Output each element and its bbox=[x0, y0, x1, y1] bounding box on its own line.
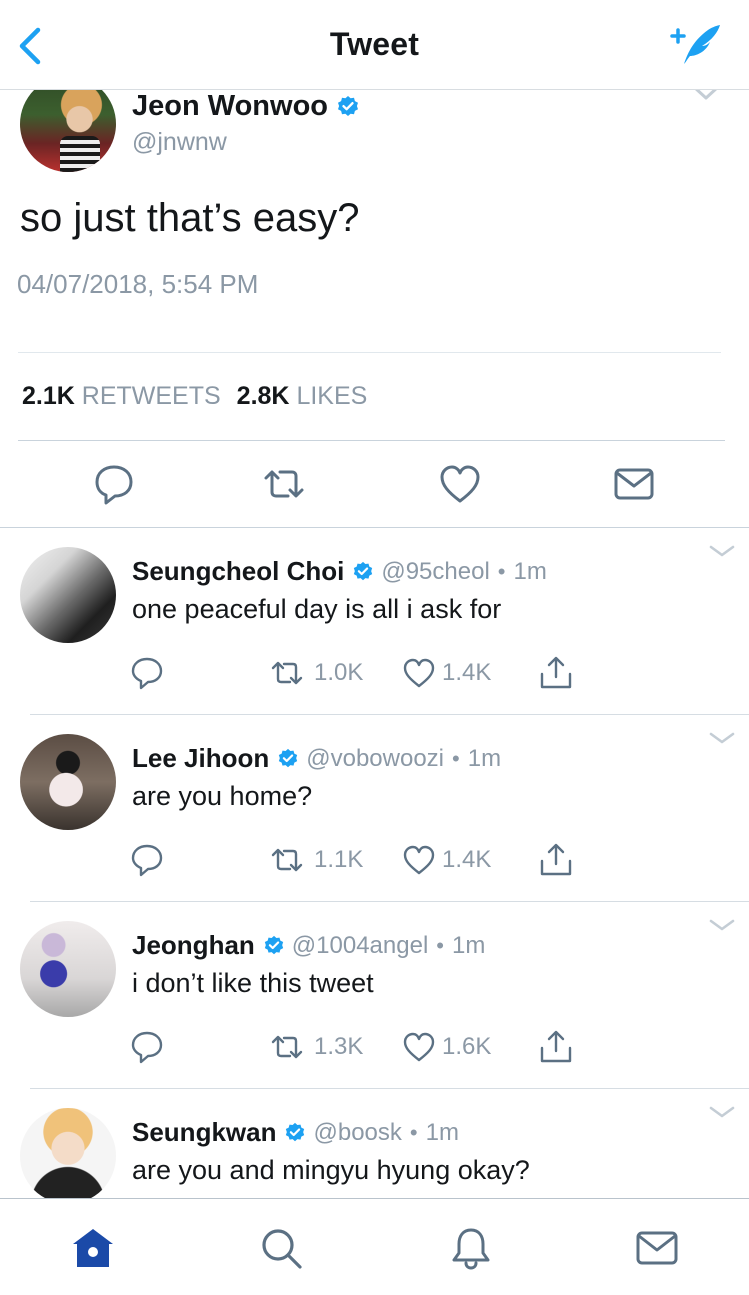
retweet-count: 1.3K bbox=[314, 1033, 364, 1060]
like-count: 1.4K bbox=[442, 846, 492, 873]
retweet-icon[interactable] bbox=[262, 462, 306, 506]
direct-message-icon[interactable] bbox=[612, 462, 656, 506]
reply-actions: 1.1K 1.4K bbox=[0, 843, 749, 879]
reply-icon[interactable] bbox=[92, 462, 136, 506]
notifications-icon[interactable] bbox=[448, 1225, 494, 1271]
tweet-actions bbox=[0, 462, 749, 508]
retweet-count: 1.0K bbox=[314, 659, 364, 686]
chevron-down-icon[interactable] bbox=[708, 1105, 736, 1119]
retweets-count: 2.1K bbox=[22, 382, 75, 410]
reply-time: 1m bbox=[467, 744, 502, 772]
retweets-stat[interactable]: 2.1K RETWEETS bbox=[22, 382, 221, 411]
divider bbox=[18, 440, 725, 441]
tweet-text: so just that’s easy? bbox=[20, 196, 360, 240]
chevron-down-icon[interactable] bbox=[708, 731, 736, 745]
reply-tweet[interactable]: Jeonghan @1004angel • 1m i don’t like th… bbox=[0, 902, 749, 1089]
verified-badge-icon bbox=[354, 561, 373, 580]
messages-icon[interactable] bbox=[634, 1225, 680, 1271]
chevron-down-icon[interactable] bbox=[708, 918, 736, 932]
share-icon[interactable] bbox=[539, 656, 573, 690]
reply-author-handle[interactable]: @vobowoozi bbox=[306, 745, 444, 773]
reply-author-name[interactable]: Seungcheol Choi bbox=[132, 556, 344, 587]
bottom-tab-bar bbox=[0, 1198, 749, 1295]
verified-badge-icon bbox=[338, 95, 359, 116]
reply-header: Seungkwan @boosk • 1m bbox=[132, 1117, 459, 1148]
reply-time: 1m bbox=[513, 557, 547, 585]
like-heart-icon[interactable] bbox=[402, 843, 436, 877]
separator-dot: • bbox=[497, 558, 506, 584]
chevron-down-icon[interactable] bbox=[708, 544, 736, 558]
likes-stat[interactable]: 2.8K LIKES bbox=[237, 382, 368, 411]
reply-header: Lee Jihoon @vobowoozi • 1m bbox=[132, 743, 501, 774]
avatar[interactable] bbox=[20, 1108, 116, 1204]
likes-count: 2.8K bbox=[236, 382, 290, 410]
reply-header: Seungcheol Choi @95cheol • 1m bbox=[132, 556, 547, 587]
reply-text: one peaceful day is all i ask for bbox=[132, 594, 502, 624]
reply-time: 1m bbox=[425, 1118, 459, 1146]
verified-badge-icon bbox=[264, 935, 283, 954]
divider bbox=[18, 352, 721, 353]
retweet-icon[interactable] bbox=[270, 1030, 304, 1064]
separator-dot: • bbox=[409, 1119, 418, 1145]
reply-tweet[interactable]: Lee Jihoon @vobowoozi • 1m are you home?… bbox=[0, 715, 749, 902]
home-icon[interactable] bbox=[70, 1225, 116, 1271]
retweet-icon[interactable] bbox=[270, 843, 304, 877]
like-count: 1.6K bbox=[442, 1033, 492, 1060]
reply-time: 1m bbox=[451, 931, 486, 959]
reply-actions: 1.0K 1.4K bbox=[0, 656, 749, 692]
reply-author-handle[interactable]: @1004angel bbox=[292, 932, 428, 960]
like-heart-icon[interactable] bbox=[402, 656, 436, 690]
author-name[interactable]: Jeon Wonwoo bbox=[132, 90, 360, 123]
compose-tweet-icon[interactable] bbox=[664, 22, 722, 68]
reply-text: are you home? bbox=[132, 781, 313, 811]
separator-dot: • bbox=[436, 932, 444, 958]
share-icon[interactable] bbox=[539, 1030, 573, 1064]
reply-header: Jeonghan @1004angel • 1m bbox=[132, 930, 485, 961]
separator-dot: • bbox=[452, 745, 460, 771]
retweet-icon[interactable] bbox=[270, 656, 304, 690]
like-count: 1.4K bbox=[442, 659, 492, 686]
like-heart-icon[interactable] bbox=[438, 462, 482, 506]
nav-header: Tweet bbox=[0, 0, 749, 90]
reply-author-name[interactable]: Lee Jihoon bbox=[132, 743, 269, 774]
reply-author-handle[interactable]: @boosk bbox=[313, 1119, 401, 1147]
retweet-count: 1.1K bbox=[314, 846, 364, 873]
tweet-stats: 2.1K RETWEETS 2.8K LIKES bbox=[22, 382, 367, 411]
reply-author-handle[interactable]: @95cheol bbox=[381, 558, 489, 586]
retweets-label: RETWEETS bbox=[81, 382, 221, 410]
reply-icon[interactable] bbox=[130, 656, 164, 690]
reply-text: i don’t like this tweet bbox=[132, 968, 374, 998]
like-heart-icon[interactable] bbox=[402, 1030, 436, 1064]
search-icon[interactable] bbox=[258, 1225, 304, 1271]
verified-badge-icon bbox=[279, 748, 298, 767]
reply-tweet[interactable]: Seungcheol Choi @95cheol • 1m one peacef… bbox=[0, 528, 749, 715]
page-title: Tweet bbox=[329, 26, 420, 62]
reply-author-name[interactable]: Seungkwan bbox=[132, 1117, 276, 1148]
likes-label: LIKES bbox=[296, 382, 368, 410]
avatar[interactable] bbox=[20, 921, 116, 1017]
reply-actions: 1.3K 1.6K bbox=[0, 1030, 749, 1066]
reply-text: are you and mingyu hyung okay? bbox=[132, 1155, 530, 1185]
author-handle[interactable]: @jnwnw bbox=[132, 128, 227, 157]
avatar[interactable] bbox=[20, 547, 116, 643]
reply-icon[interactable] bbox=[130, 1030, 164, 1064]
author-name-text: Jeon Wonwoo bbox=[132, 90, 329, 122]
share-icon[interactable] bbox=[539, 843, 573, 877]
avatar[interactable] bbox=[20, 734, 116, 830]
verified-badge-icon bbox=[286, 1122, 305, 1141]
avatar[interactable] bbox=[20, 76, 116, 172]
tweet-timestamp: 04/07/2018, 5:54 PM bbox=[17, 269, 259, 299]
reply-icon[interactable] bbox=[130, 843, 164, 877]
reply-author-name[interactable]: Jeonghan bbox=[132, 930, 255, 961]
